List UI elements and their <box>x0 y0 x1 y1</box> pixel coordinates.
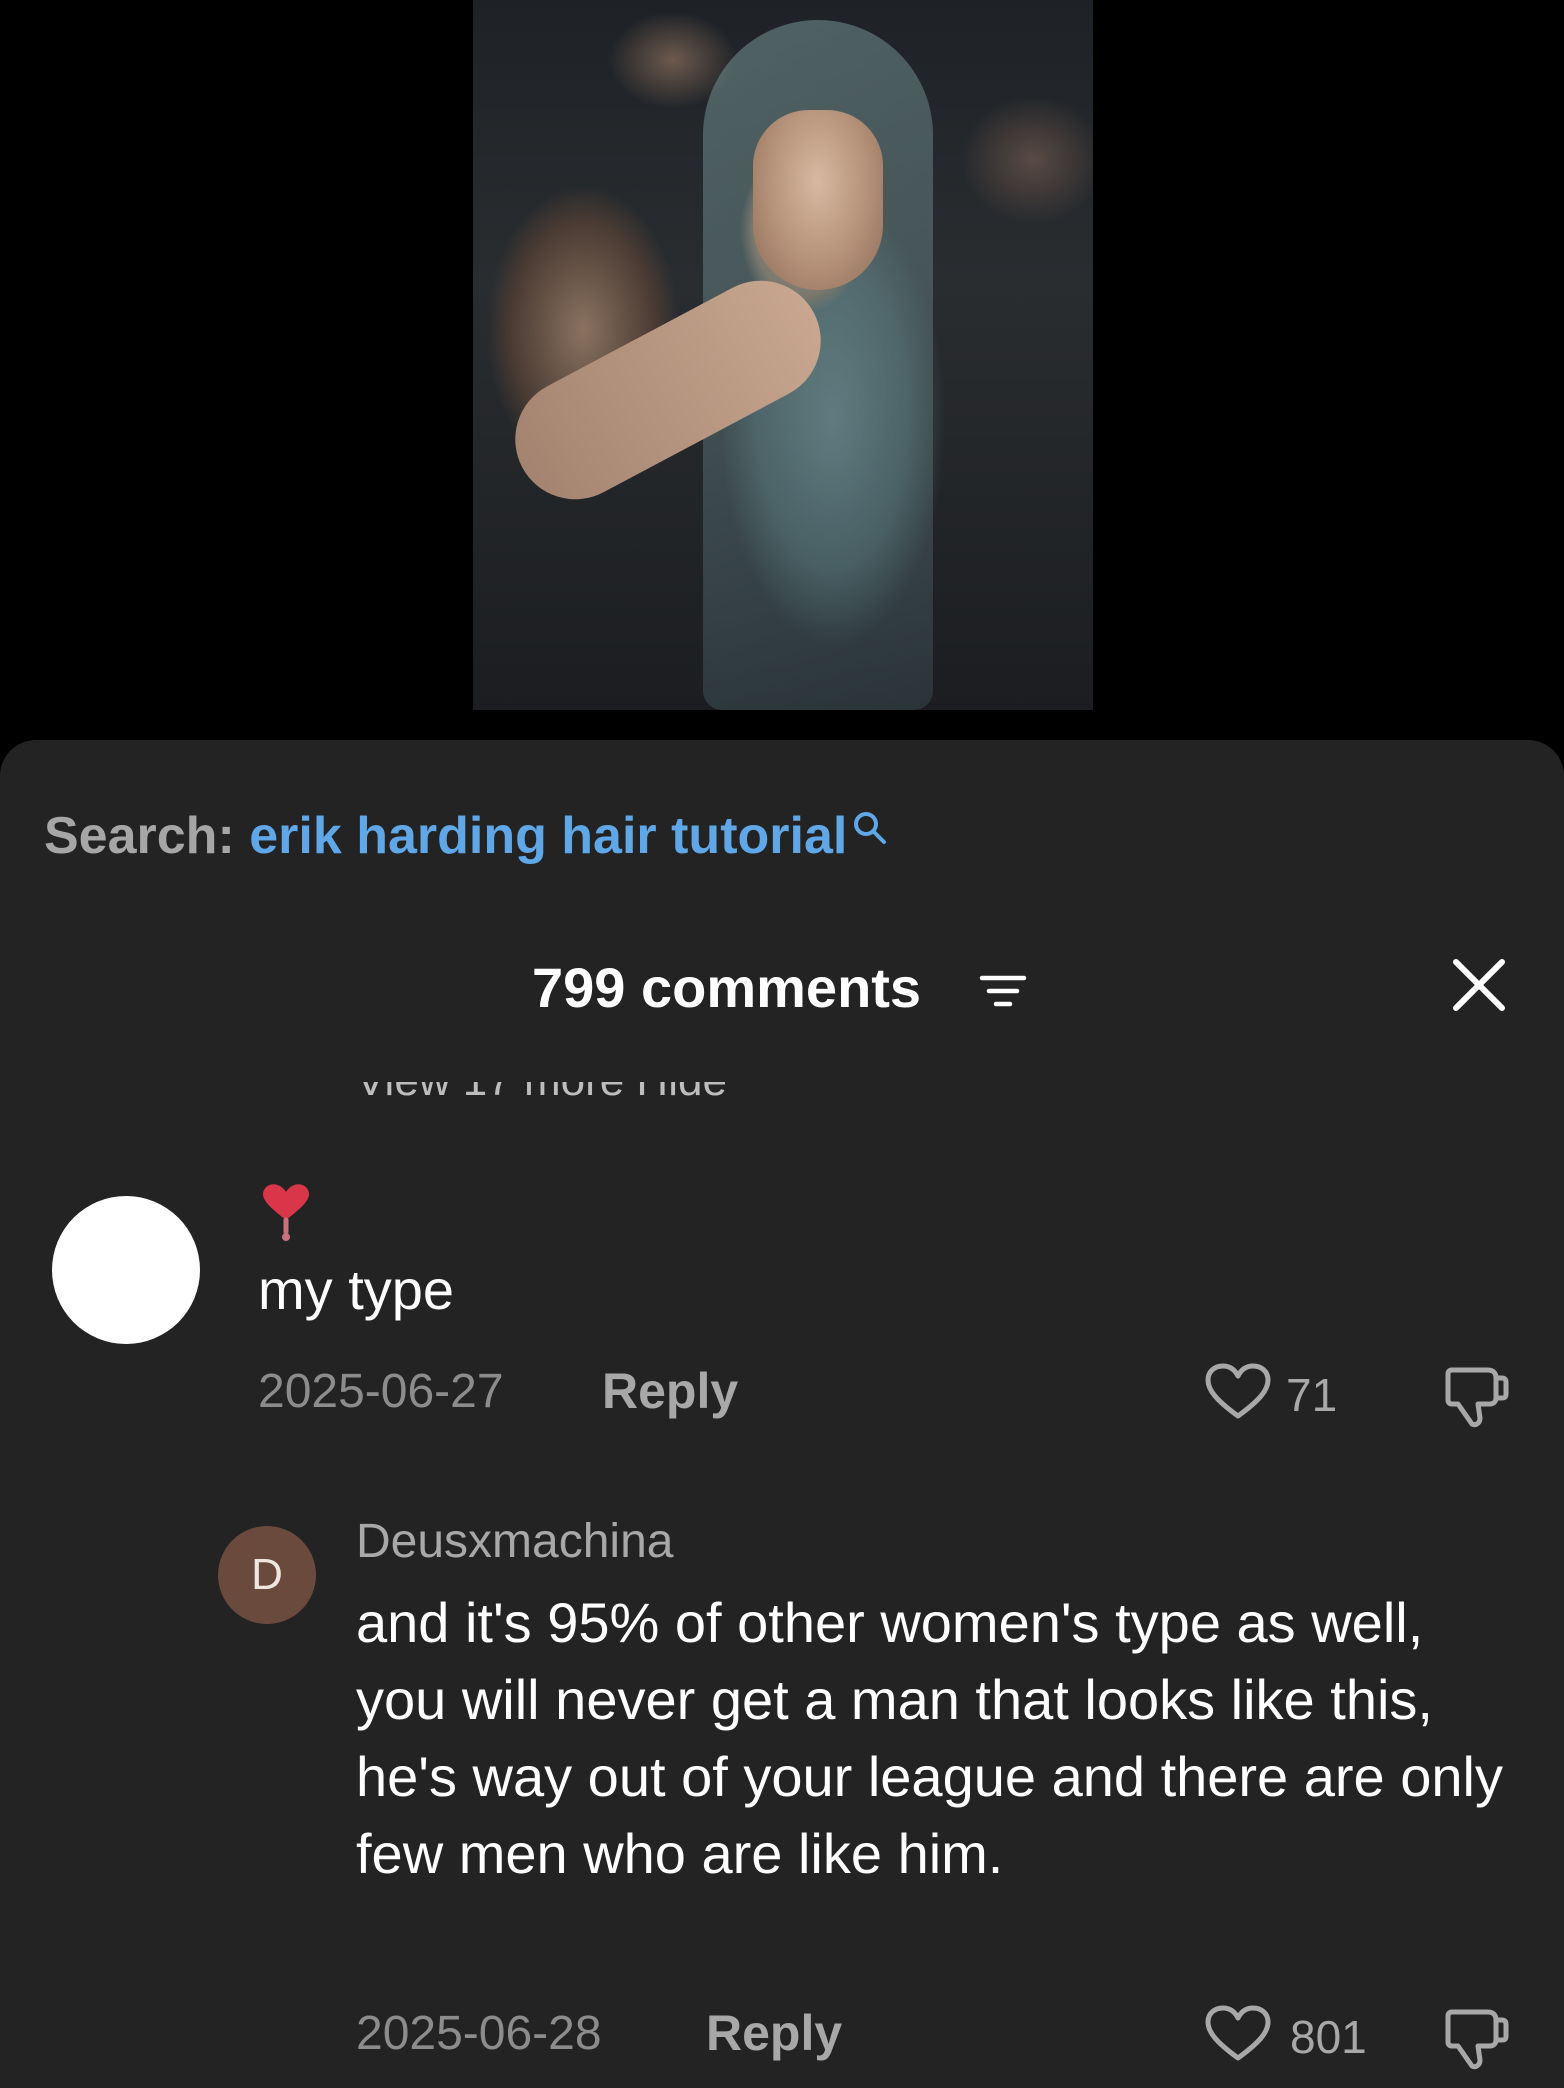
comment-date: 2025-06-27 <box>258 1365 504 1418</box>
comment-text: my type <box>258 1258 455 1321</box>
avatar[interactable]: D <box>218 1526 316 1624</box>
video-figure-face <box>753 110 883 290</box>
like-heart-icon[interactable] <box>1204 2004 1272 2064</box>
comment-text: and it's 95% of other women's type as we… <box>356 1591 1503 1885</box>
like-count: 801 <box>1290 2011 1367 2063</box>
search-suggestion[interactable]: Search: erik harding hair tutorial <box>44 810 889 862</box>
sort-filter-icon[interactable] <box>978 968 1028 1014</box>
like-heart-icon[interactable] <box>1204 1362 1272 1422</box>
video-area[interactable] <box>0 0 1564 740</box>
comments-header: 799 comments <box>0 956 1564 1040</box>
close-icon[interactable] <box>1448 954 1510 1016</box>
search-label: Search: <box>44 807 235 865</box>
search-term-link[interactable]: erik harding hair tutorial <box>249 807 847 865</box>
view-more-replies-text: View 17 more Hide <box>356 1082 727 1106</box>
view-more-replies-row[interactable]: View 17 more Hide <box>356 1082 936 1106</box>
search-icon[interactable] <box>851 804 889 844</box>
comment-count: 799 comments <box>532 956 922 1019</box>
comment-username[interactable]: Deusxmachina <box>356 1514 673 1569</box>
red-heart-emoji-icon <box>258 1180 314 1242</box>
like-count: 71 <box>1286 1369 1338 1421</box>
reply-button[interactable]: Reply <box>602 1362 738 1420</box>
comments-sheet: Search: erik harding hair tutorial 799 c… <box>0 740 1564 2088</box>
reply-button[interactable]: Reply <box>706 2004 842 2062</box>
comment-date: 2025-06-28 <box>356 2007 602 2060</box>
video-thumbnail[interactable] <box>473 0 1093 710</box>
dislike-thumb-icon[interactable] <box>1442 1360 1512 1430</box>
avatar[interactable] <box>52 1196 200 1344</box>
dislike-thumb-icon[interactable] <box>1442 2002 1512 2072</box>
